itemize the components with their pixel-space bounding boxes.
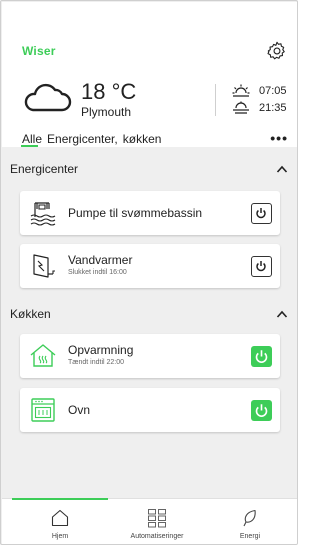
device-status: Tændt indtil 22:00 [68,359,125,366]
sunset-time: 21:35 [259,102,287,114]
power-toggle-button[interactable] [251,256,272,277]
nav-label: Automatiseringer [130,533,184,540]
home-icon [51,509,69,527]
power-toggle-button[interactable] [251,346,272,367]
nav-energy[interactable]: Energi [202,499,297,544]
nav-label: Hjem [51,533,69,540]
water-heater-icon [33,254,55,278]
device-card-pool-pump[interactable]: Pumpe til svømmebassin [20,191,280,235]
power-icon [255,404,268,417]
cloudy-weather-icon [24,83,72,112]
sunrise-time: 07:05 [259,85,287,97]
power-icon [256,261,266,272]
tab-kokken[interactable]: køkken [123,132,162,146]
app-screen: Wiser 18 °C Plymouth 07:05 21:35 Alle En… [0,0,298,545]
power-icon [255,350,268,363]
energy-leaf-icon [243,509,256,527]
device-card-water-heater[interactable]: Vandvarmer Slukket indtil 16:00 [20,244,280,288]
wiser-logo: Wiser [22,44,56,58]
automations-icon [148,509,166,528]
nav-label: Energi [239,533,261,540]
chevron-up-icon[interactable] [276,309,288,319]
sunset-row: 21:35 [232,101,287,115]
bottom-navigation: Hjem Automatiseringer Energi [2,498,297,544]
section-header-kokken[interactable]: Køkken [2,301,297,325]
device-name: Pumpe til svømmebassin [68,206,203,220]
section-title: Køkken [10,307,51,321]
power-icon [256,208,266,219]
active-tab-indicator [21,145,38,147]
divider [215,84,216,116]
device-name: Opvarmning [68,343,134,357]
device-card-heating[interactable]: Opvarmning Tændt indtil 22:00 [20,334,280,378]
device-card-oven[interactable]: Ovn [20,388,280,432]
sunset-icon [233,101,249,114]
sunrise-row: 07:05 [232,84,287,98]
power-toggle-button[interactable] [251,203,272,224]
power-toggle-button[interactable] [251,400,272,421]
section-header-energicenter[interactable]: Energicenter [2,156,297,180]
chevron-up-icon[interactable] [276,164,288,174]
settings-gear-icon[interactable] [266,40,288,62]
room-tabs: Alle Energicenter, køkken [22,132,166,146]
heating-icon [30,344,56,367]
section-title: Energicenter [10,162,79,176]
more-options-button[interactable]: ••• [270,130,288,146]
sunrise-icon [232,84,250,97]
tab-all[interactable]: Alle [22,132,42,146]
tab-energicenter[interactable]: Energicenter, [47,132,118,146]
header: Wiser 18 °C Plymouth 07:05 21:35 Alle En… [2,2,297,147]
temperature: 18 °C [81,79,137,104]
pool-pump-icon [30,202,56,226]
oven-icon [31,398,55,422]
nav-home[interactable]: Hjem [12,499,108,544]
city-name: Plymouth [81,105,132,119]
device-name: Vandvarmer [68,253,133,267]
device-name: Ovn [68,403,91,417]
nav-automations[interactable]: Automatiseringer [109,499,205,544]
device-status: Slukket indtil 16:00 [68,269,127,276]
